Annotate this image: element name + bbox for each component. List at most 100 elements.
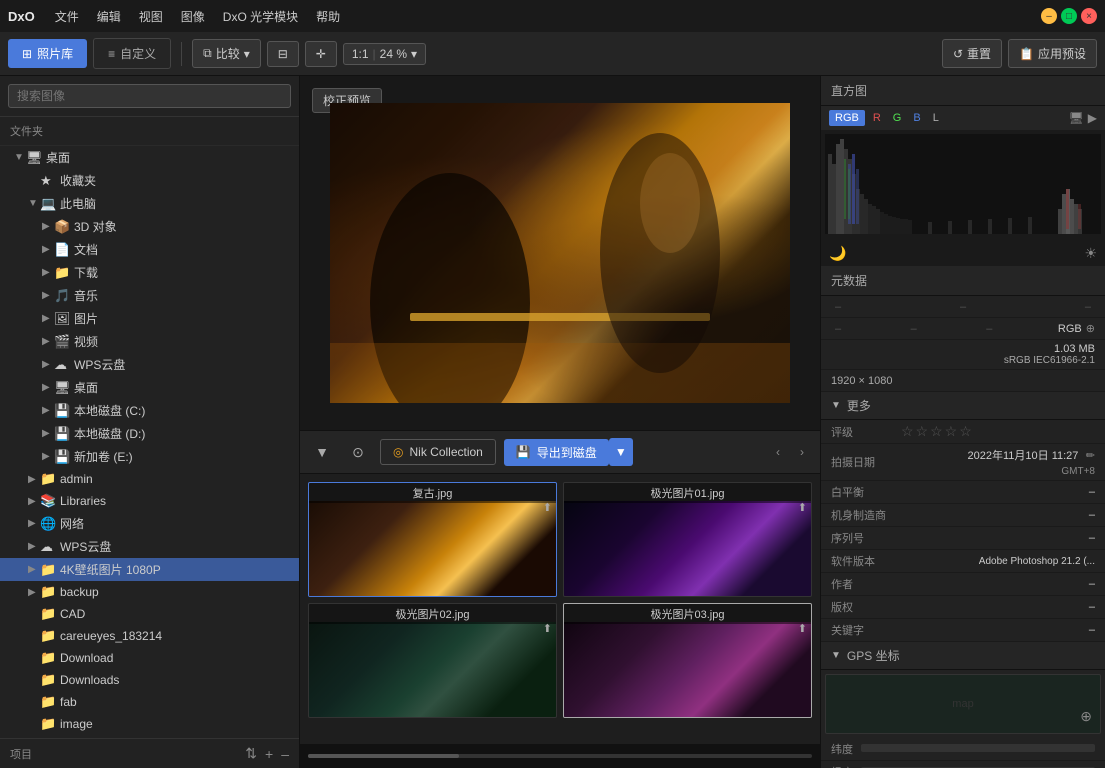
- hist-tab-r[interactable]: R: [869, 110, 885, 126]
- split-button[interactable]: ⊟: [267, 41, 299, 67]
- sidebar-item-label: fab: [60, 695, 293, 709]
- rating-stars[interactable]: ☆☆☆☆☆: [901, 423, 974, 440]
- tab-customize[interactable]: ≡ 自定义: [93, 38, 171, 69]
- map-expand-icon[interactable]: ⊕: [1080, 708, 1092, 725]
- sidebar-item-pictures[interactable]: ▶ 🖼 图片: [0, 307, 299, 330]
- sidebar-item-music[interactable]: ▶ 🎵 音乐: [0, 284, 299, 307]
- film-item-3[interactable]: 极光图片02.jpg ⬆: [308, 603, 557, 718]
- menu-file[interactable]: 文件: [47, 4, 87, 29]
- sidebar-item-videos[interactable]: ▶ 🎬 视频: [0, 330, 299, 353]
- compare-button[interactable]: ⧉ 比较 ▾: [192, 39, 261, 68]
- folder-icon: 📁: [40, 628, 56, 644]
- hist-tab-b[interactable]: B: [909, 110, 924, 126]
- sidebar-item-downloads-sys[interactable]: ▶ 📁 下载: [0, 261, 299, 284]
- sidebar-item-desktop[interactable]: ▼ 🖥 桌面: [0, 146, 299, 169]
- location-icon[interactable]: ⊕: [1086, 322, 1095, 335]
- nav-prev-button[interactable]: ‹: [768, 438, 788, 466]
- film-item-2[interactable]: 极光图片01.jpg ⬆: [563, 482, 812, 597]
- menu-dxo[interactable]: DxO 光学模块: [215, 4, 306, 29]
- sidebar-item-favorites[interactable]: ★ 收藏夹: [0, 169, 299, 192]
- hist-tab-g[interactable]: G: [889, 110, 906, 126]
- meta-row-dimensions: 1920 × 1080: [821, 370, 1105, 392]
- scrollbar-thumb[interactable]: [308, 754, 459, 758]
- menu-help[interactable]: 帮助: [308, 4, 348, 29]
- sidebar-item-wpscloud[interactable]: ▶ ☁ WPS云盘: [0, 535, 299, 558]
- film-item-4[interactable]: 极光图片03.jpg ⬆: [563, 603, 812, 718]
- maker-value: –: [1089, 509, 1095, 521]
- preset-icon: 📋: [1019, 47, 1034, 61]
- menu-image[interactable]: 图像: [173, 4, 213, 29]
- close-button[interactable]: ×: [1081, 8, 1097, 24]
- favorites-icon: ★: [40, 173, 56, 189]
- gps-section-header[interactable]: ▼ GPS 坐标: [821, 642, 1105, 670]
- search-input[interactable]: [8, 84, 291, 108]
- add-button[interactable]: +: [265, 746, 273, 762]
- music-icon: 🎵: [54, 288, 70, 304]
- menu-edit[interactable]: 编辑: [89, 4, 129, 29]
- sidebar-item-label: careueyes_183214: [60, 629, 293, 643]
- sidebar-item-admin[interactable]: ▶ 📁 admin: [0, 468, 299, 490]
- play-icon[interactable]: ▶: [1088, 111, 1097, 125]
- nav-next-button[interactable]: ›: [792, 438, 812, 466]
- nik-collection-button[interactable]: ◎ Nik Collection: [380, 439, 496, 465]
- preview-image: [330, 103, 790, 403]
- gps-lat-bar: [861, 744, 1095, 752]
- gps-lat-label: 纬度: [831, 741, 853, 757]
- minimize-button[interactable]: –: [1041, 8, 1057, 24]
- zoom-control[interactable]: 1:1 | 24 % ▾: [343, 43, 426, 65]
- sidebar-item-desktop2[interactable]: ▶ 🖥 桌面: [0, 376, 299, 399]
- film-thumbnail: [309, 501, 556, 596]
- circle-button[interactable]: ⊙: [344, 438, 372, 466]
- sidebar-item-drive-d[interactable]: ▶ 💾 本地磁盘 (D:): [0, 422, 299, 445]
- zoom-chevron: ▾: [411, 47, 417, 61]
- sort-button[interactable]: ⇅: [245, 745, 257, 762]
- sidebar-item-network[interactable]: ▶ 🌐 网络: [0, 512, 299, 535]
- dark-icon[interactable]: 🌙: [829, 245, 846, 262]
- maximize-button[interactable]: □: [1061, 8, 1077, 24]
- sidebar-item-libraries[interactable]: ▶ 📚 Libraries: [0, 490, 299, 512]
- serial-value: –: [1089, 532, 1095, 544]
- filter-button[interactable]: ▼: [308, 438, 336, 466]
- sidebar-item-docs[interactable]: ▶ 📄 文档: [0, 238, 299, 261]
- sidebar-item-4k-wallpapers[interactable]: ▶ 📁 4K壁纸图片 1080P: [0, 558, 299, 581]
- apply-preset-button[interactable]: 📋 应用预设: [1008, 39, 1097, 68]
- sidebar-item-drive-c[interactable]: ▶ 💾 本地磁盘 (C:): [0, 399, 299, 422]
- sidebar-item-label: 桌面: [74, 379, 293, 396]
- sidebar-item-label: 网络: [60, 515, 293, 532]
- files-section-title: 文件夹: [0, 117, 299, 146]
- light-icon[interactable]: ☀: [1084, 245, 1097, 262]
- film-item-1[interactable]: 复古.jpg ⬆: [308, 482, 557, 597]
- hist-tab-l[interactable]: L: [929, 110, 943, 126]
- export-button[interactable]: 💾 导出到磁盘: [504, 439, 609, 466]
- export-more-button[interactable]: ▼: [609, 438, 633, 466]
- move-icon-btn[interactable]: ✛: [305, 41, 337, 67]
- sidebar-item-download[interactable]: 📁 Download: [0, 647, 299, 669]
- pc-icon: 💻: [40, 196, 56, 212]
- sidebar-item-fab[interactable]: 📁 fab: [0, 691, 299, 713]
- sidebar-item-3d[interactable]: ▶ 📦 3D 对象: [0, 215, 299, 238]
- menu-view[interactable]: 视图: [131, 4, 171, 29]
- tab-library[interactable]: ⊞ 照片库: [8, 39, 87, 68]
- nik-logo-icon: ◎: [393, 445, 403, 459]
- sidebar-item-wpscloud-pc[interactable]: ▶ ☁ WPS云盘: [0, 353, 299, 376]
- sidebar-item-downloads[interactable]: 📁 Downloads: [0, 669, 299, 691]
- edit-date-button[interactable]: ✏: [1086, 450, 1095, 462]
- compare-icon: ⧉: [203, 46, 212, 61]
- film-badge: ⬆: [543, 501, 552, 514]
- monitor-icon[interactable]: 🖥: [1069, 111, 1084, 125]
- preview-area: 校正预览: [300, 76, 820, 430]
- sidebar-item-backup[interactable]: ▶ 📁 backup: [0, 581, 299, 603]
- right-panel: 直方图 RGB R G B L 🖥 ▶: [820, 76, 1105, 768]
- reset-button[interactable]: ↺ 重置: [942, 39, 1002, 68]
- sidebar-item-label: admin: [60, 472, 293, 486]
- sidebar-item-thispc[interactable]: ▼ 💻 此电脑: [0, 192, 299, 215]
- hist-tab-rgb[interactable]: RGB: [829, 110, 865, 126]
- sidebar-item-careueyes[interactable]: 📁 careueyes_183214: [0, 625, 299, 647]
- filmstrip-scrollbar[interactable]: [308, 754, 812, 758]
- remove-button[interactable]: –: [281, 746, 289, 762]
- sidebar-item-image[interactable]: 📁 image: [0, 713, 299, 735]
- sidebar-item-cad[interactable]: 📁 CAD: [0, 603, 299, 625]
- film-label: 极光图片02.jpg: [309, 604, 556, 624]
- more-section-header[interactable]: ▼ 更多: [821, 392, 1105, 420]
- sidebar-item-drive-e[interactable]: ▶ 💾 新加卷 (E:): [0, 445, 299, 468]
